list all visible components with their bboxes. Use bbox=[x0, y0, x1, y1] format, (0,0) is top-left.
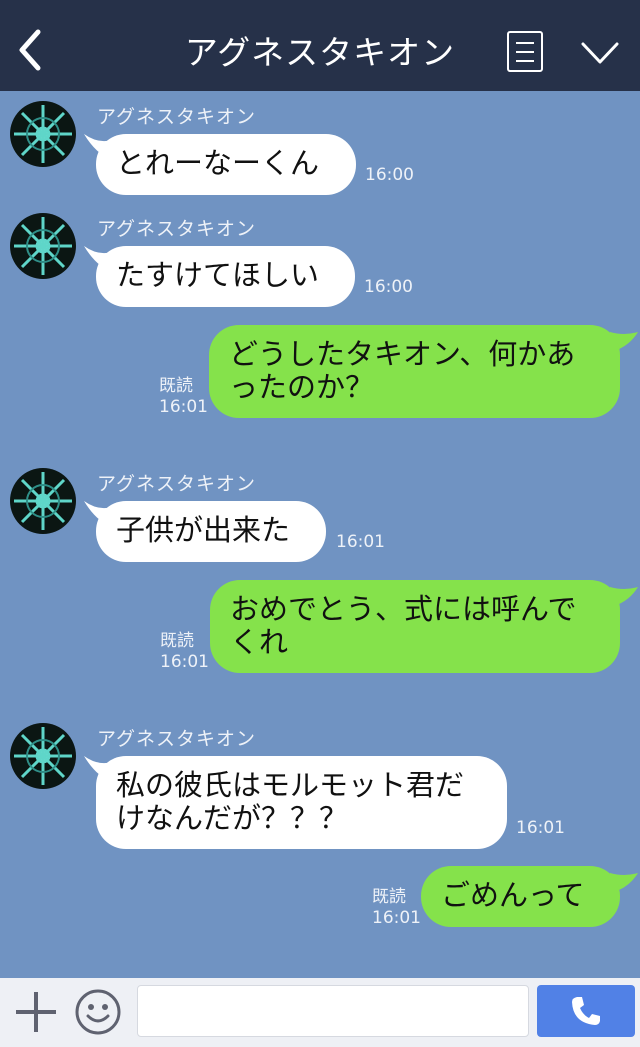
sender-name: アグネスタキオン bbox=[97, 218, 257, 240]
phone-icon bbox=[572, 997, 600, 1025]
input-bar bbox=[0, 978, 640, 1047]
chevron-down-icon[interactable] bbox=[580, 40, 620, 66]
message-bubble-outgoing[interactable]: おめでとう、式には呼んで くれ bbox=[210, 580, 620, 673]
message-time: 16:00 bbox=[364, 277, 413, 297]
sender-name: アグネスタキオン bbox=[97, 106, 257, 128]
call-button[interactable] bbox=[537, 985, 635, 1037]
message-bubble-incoming[interactable]: たすけてほしい bbox=[96, 246, 355, 307]
sender-name: アグネスタキオン bbox=[97, 473, 257, 495]
read-receipt: 既読 bbox=[160, 631, 194, 651]
plus-icon[interactable] bbox=[14, 990, 58, 1034]
chat-header: アグネスタキオン bbox=[0, 0, 640, 91]
chat-title: アグネスタキオン bbox=[184, 33, 456, 72]
message-time: 16:01 bbox=[159, 397, 208, 417]
read-receipt: 既読 bbox=[159, 376, 193, 396]
message-time: 16:00 bbox=[365, 165, 414, 185]
message-bubble-incoming[interactable]: 子供が出来た bbox=[96, 501, 326, 562]
message-time: 16:01 bbox=[160, 652, 209, 672]
avatar[interactable] bbox=[10, 101, 76, 167]
message-time: 16:01 bbox=[372, 908, 421, 928]
read-receipt: 既読 bbox=[372, 887, 406, 907]
message-bubble-outgoing[interactable]: どうしたタキオン、何かあ ったのか？ bbox=[209, 325, 620, 418]
avatar[interactable] bbox=[10, 468, 76, 534]
smiley-icon[interactable] bbox=[74, 988, 122, 1036]
sender-name: アグネスタキオン bbox=[97, 728, 257, 750]
avatar[interactable] bbox=[10, 213, 76, 279]
message-time: 16:01 bbox=[336, 532, 385, 552]
message-bubble-outgoing[interactable]: ごめんって bbox=[421, 866, 620, 927]
menu-icon[interactable] bbox=[507, 31, 543, 72]
message-input[interactable] bbox=[137, 985, 529, 1037]
message-bubble-incoming[interactable]: とれーなーくん bbox=[96, 134, 356, 195]
message-time: 16:01 bbox=[516, 818, 565, 838]
avatar[interactable] bbox=[10, 723, 76, 789]
message-bubble-incoming[interactable]: 私の彼氏はモルモット君だ けなんだが？？？ bbox=[96, 756, 507, 849]
